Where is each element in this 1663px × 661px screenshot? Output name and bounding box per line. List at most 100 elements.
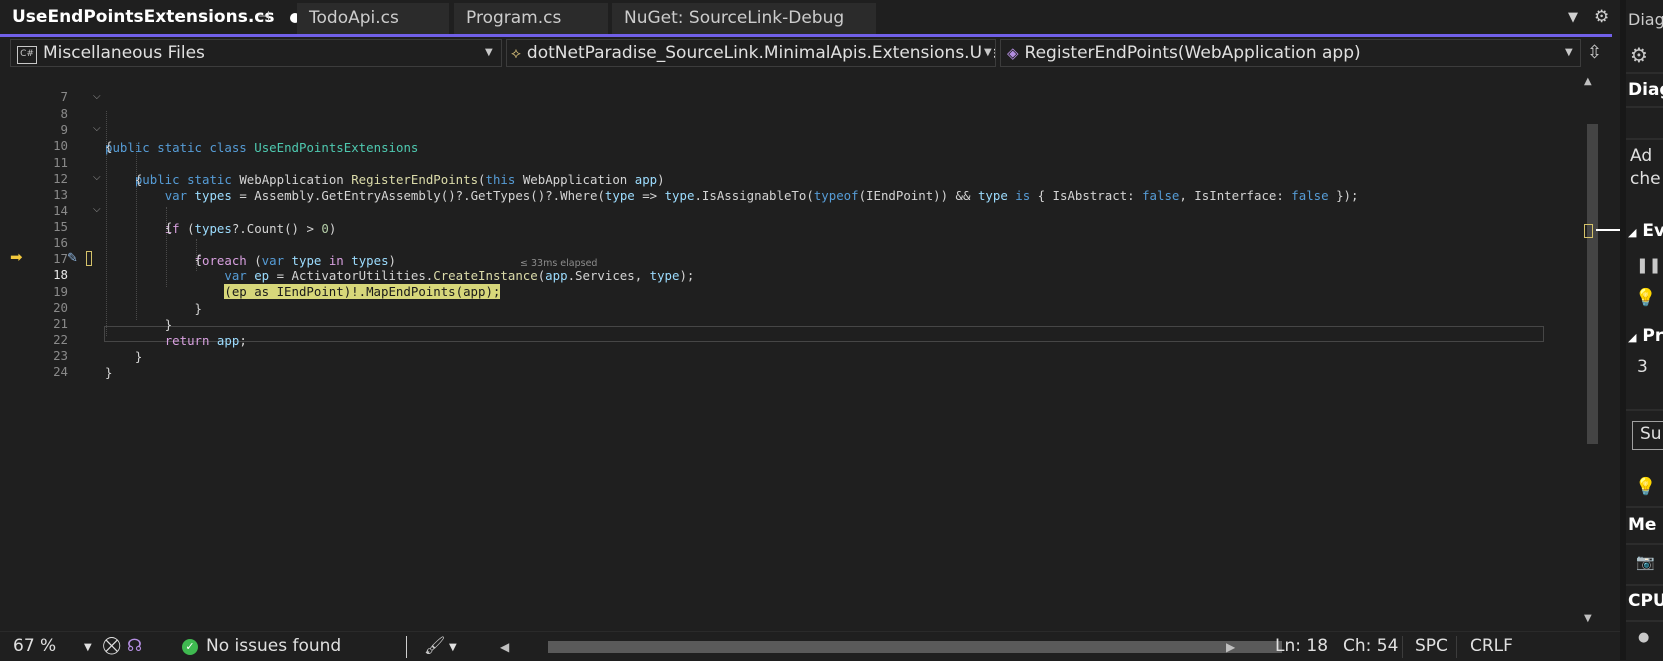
fold-chevron-icon[interactable]: ⌵ bbox=[93, 120, 101, 137]
breakpoint-settings-icon[interactable]: ✎ bbox=[67, 251, 78, 266]
camera-icon[interactable]: 📷 bbox=[1636, 553, 1655, 571]
code-line: 22 } bbox=[0, 314, 1548, 364]
fold-chevron-icon[interactable]: ⌵ bbox=[93, 169, 101, 186]
namespace-icon: ⟡ bbox=[511, 44, 521, 62]
tab-label: UseEndPointsExtensions.cs bbox=[12, 7, 275, 27]
code-line: 23 } bbox=[0, 330, 1548, 380]
code-line-current: 18 (ep as IEndPoint)!.MapEndPoints(app); bbox=[0, 249, 1548, 299]
line-indicator[interactable]: Ln: 18 bbox=[1275, 635, 1328, 657]
process-memory-section[interactable]: ◢ Pr bbox=[1628, 326, 1663, 346]
panel-heading: Diag bbox=[1628, 80, 1663, 100]
scrollbar-caret-marker bbox=[1584, 224, 1593, 238]
zoom-dropdown-icon[interactable]: ▼ bbox=[84, 637, 92, 659]
cpu-usage-heading: CPU bbox=[1628, 591, 1663, 611]
scroll-left-icon[interactable]: ◀ bbox=[500, 636, 509, 658]
tab-useendpointsextensions[interactable]: UseEndPointsExtensions.cs bbox=[0, 2, 296, 35]
check-circle-icon: ✓ bbox=[182, 639, 198, 655]
change-indicator bbox=[86, 251, 92, 266]
intellitrace-icon[interactable]: 💡 bbox=[1635, 477, 1656, 497]
scroll-down-icon[interactable]: ▼ bbox=[1584, 613, 1592, 624]
divider bbox=[1456, 636, 1457, 658]
code-line: 20 } bbox=[0, 282, 1548, 332]
code-editor[interactable]: 7 8 ⌵ public static class UseEndPointsEx… bbox=[0, 71, 1548, 631]
pin-icon[interactable]: ⊣ bbox=[258, 9, 270, 25]
settings-icon[interactable]: ⚙ bbox=[1630, 43, 1648, 67]
intellicode-icon[interactable]: ☊ bbox=[127, 635, 142, 657]
type-dropdown[interactable]: ⟡ dotNetParadise_SourceLink.MinimalApis.E… bbox=[506, 39, 996, 67]
panel-text: Ad bbox=[1630, 146, 1653, 166]
line-ending-indicator[interactable]: CRLF bbox=[1470, 635, 1513, 657]
scroll-up-icon[interactable]: ▲ bbox=[1584, 76, 1592, 87]
divider bbox=[1626, 72, 1663, 74]
process-value: 3 bbox=[1637, 357, 1648, 377]
tab-label: NuGet: SourceLink-Debug bbox=[624, 8, 845, 28]
fold-chevron-icon[interactable]: ⌵ bbox=[93, 88, 101, 105]
whitespace-indicator[interactable]: SPC bbox=[1415, 635, 1448, 657]
chevron-down-icon[interactable]: ▼ bbox=[982, 47, 994, 58]
chevron-down-icon[interactable]: ▼ bbox=[449, 637, 457, 659]
diagnostic-tools-panel: Diag ⚙ Diag Ad che ◢ Ev ❚❚ 💡 ◢ Pr 3 Sur … bbox=[1626, 0, 1663, 660]
split-editor-icon[interactable]: ⇳ bbox=[1587, 42, 1602, 63]
zoom-level[interactable]: 67 % bbox=[13, 635, 56, 657]
events-section[interactable]: ◢ Ev bbox=[1628, 221, 1663, 241]
tab-program[interactable]: Program.cs bbox=[454, 3, 608, 34]
type-dropdown-label: dotNetParadise_SourceLink.MinimalApis.Ex… bbox=[526, 43, 995, 63]
divider bbox=[1626, 543, 1663, 545]
code-line: 8 ⌵ public static class UseEndPointsExte… bbox=[0, 88, 1548, 155]
tab-overflow-icon[interactable]: ▼ bbox=[1568, 10, 1578, 25]
divider bbox=[1402, 636, 1403, 658]
issues-label: No issues found bbox=[206, 636, 342, 656]
code-line: 15 ⌵ foreach (var type in types) bbox=[0, 201, 1548, 268]
scrollbar-position-marker bbox=[1596, 229, 1620, 231]
code-line: 21 return app; bbox=[0, 298, 1548, 348]
column-indicator[interactable]: Ch: 54 bbox=[1343, 635, 1398, 657]
divider bbox=[1626, 506, 1663, 508]
collapse-triangle-icon: ◢ bbox=[1628, 331, 1637, 344]
tab-label: Program.cs bbox=[466, 8, 562, 28]
code-line: 19 } bbox=[0, 266, 1548, 316]
code-text: } bbox=[105, 365, 113, 380]
project-dropdown-label: Miscellaneous Files bbox=[43, 43, 205, 63]
horizontal-scrollbar-thumb[interactable] bbox=[548, 641, 1282, 653]
fold-chevron-icon[interactable]: ⌵ bbox=[93, 201, 101, 218]
divider bbox=[1626, 106, 1663, 108]
panel-text: che bbox=[1630, 169, 1661, 189]
editor-status-bar: 67 % ▼ ⛒ ☊ ✓ No issues found 🖌 ▼ ◀ ▶ Ln: … bbox=[0, 631, 1620, 661]
navigation-bar: C# Miscellaneous Files ▼ ⟡ dotNetParadise_… bbox=[0, 37, 1620, 71]
divider bbox=[1626, 138, 1663, 140]
divider bbox=[1626, 620, 1663, 622]
line-number: 24 bbox=[53, 364, 68, 379]
record-icon[interactable]: ● bbox=[1638, 630, 1649, 645]
panel-title: Diag bbox=[1628, 10, 1663, 29]
code-line: 12 var types = Assembly.GetEntryAssembly… bbox=[0, 153, 1548, 203]
tab-summary-label: Sur bbox=[1640, 424, 1663, 444]
code-line: 13 ⌵ if (types?.Count() > 0) bbox=[0, 169, 1548, 236]
code-line: 9 { bbox=[0, 104, 1548, 154]
scroll-right-icon[interactable]: ▶ bbox=[1226, 636, 1235, 658]
perf-tip[interactable]: ≤ 33ms elapsed bbox=[520, 258, 597, 269]
code-line: 7 bbox=[0, 71, 1548, 104]
member-dropdown[interactable]: ◈ RegisterEndPoints(WebApplication app) bbox=[1000, 39, 1581, 67]
copilot-icon[interactable]: ⛒ bbox=[103, 635, 120, 657]
divider bbox=[1626, 409, 1663, 411]
tab-todoapi[interactable]: TodoApi.cs bbox=[297, 3, 449, 34]
issues-indicator[interactable]: ✓ No issues found bbox=[182, 635, 341, 657]
memory-usage-heading: Me bbox=[1628, 515, 1657, 535]
member-dropdown-label: RegisterEndPoints(WebApplication app) bbox=[1024, 43, 1361, 63]
brush-icon[interactable]: 🖌 bbox=[424, 635, 446, 657]
code-line: 11 { bbox=[0, 137, 1548, 187]
settings-icon[interactable]: ⚙ bbox=[1594, 7, 1609, 27]
intellitrace-icon[interactable]: 💡 bbox=[1635, 288, 1656, 308]
chevron-down-icon[interactable]: ▼ bbox=[485, 47, 493, 58]
tab-nuget-sourcelink[interactable]: NuGet: SourceLink-Debug bbox=[612, 3, 876, 34]
code-line: 14 { bbox=[0, 185, 1548, 235]
scrollbar-thumb[interactable] bbox=[1587, 124, 1598, 444]
chevron-down-icon[interactable]: ▼ bbox=[1565, 47, 1573, 58]
tab-label: TodoApi.cs bbox=[309, 8, 399, 28]
execution-arrow-icon[interactable]: ➡ bbox=[10, 250, 23, 265]
project-dropdown[interactable]: C# Miscellaneous Files bbox=[10, 39, 502, 67]
pause-icon[interactable]: ❚❚ bbox=[1636, 256, 1661, 274]
document-tab-bar: UseEndPointsExtensions.cs ⊣ TodoApi.cs P… bbox=[0, 0, 1623, 36]
csharp-project-icon: C# bbox=[17, 46, 37, 64]
code-line: 16 { bbox=[0, 217, 1548, 267]
